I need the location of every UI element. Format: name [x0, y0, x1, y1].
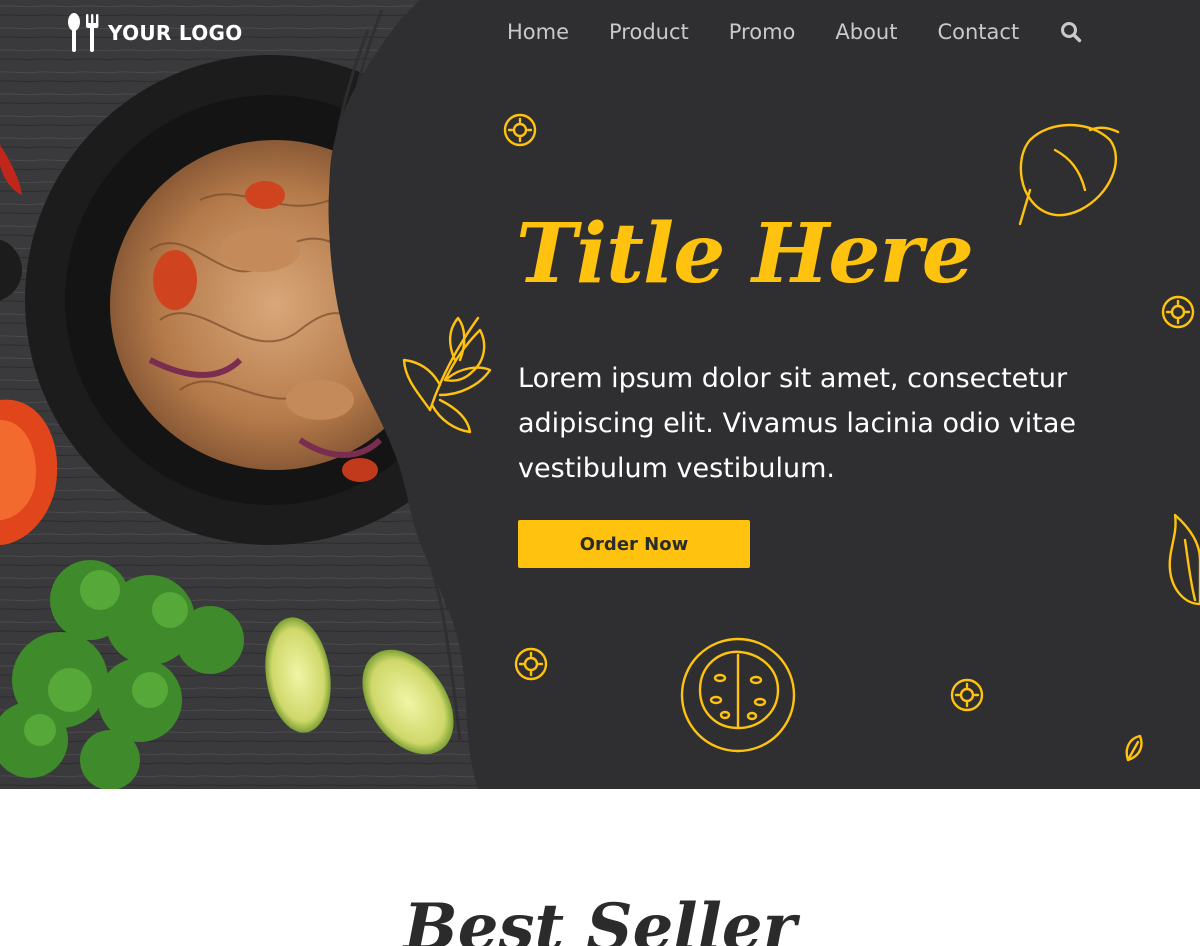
nav-contact[interactable]: Contact: [937, 18, 1019, 46]
best-seller-heading: Best Seller: [403, 890, 797, 946]
hero-section: YOUR LOGO Home Product Promo About Conta…: [0, 0, 1200, 789]
fork-spoon-logo-icon: [68, 13, 99, 52]
search-icon[interactable]: [1060, 21, 1082, 43]
nav-promo[interactable]: Promo: [729, 18, 796, 46]
nav-home[interactable]: Home: [507, 18, 569, 46]
hero-title: Title Here: [516, 206, 974, 302]
hero-description: Lorem ipsum dolor sit amet, consectetur …: [518, 363, 1077, 484]
nav-about[interactable]: About: [835, 18, 897, 46]
main-nav: Home Product Promo About Contact: [507, 18, 1082, 46]
order-now-button[interactable]: Order Now: [518, 520, 750, 568]
logo-text: YOUR LOGO: [108, 21, 243, 45]
nav-product[interactable]: Product: [609, 18, 689, 46]
logo[interactable]: YOUR LOGO: [66, 12, 243, 54]
